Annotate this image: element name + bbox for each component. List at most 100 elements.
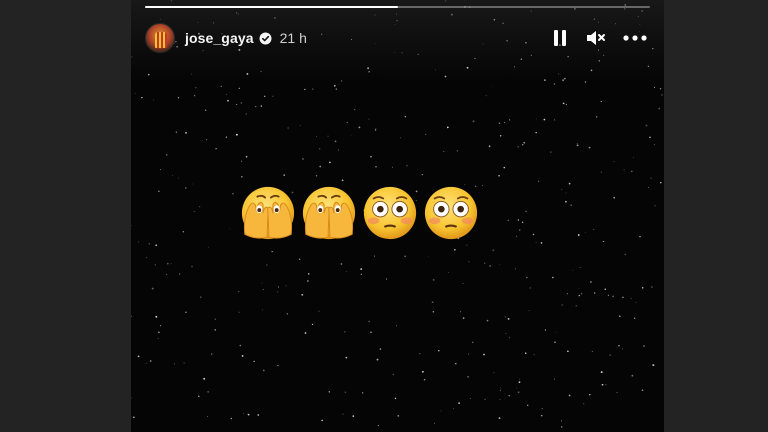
star-dot [318,310,320,312]
star-dot [540,242,543,244]
star-dot [462,317,465,319]
star-dot [568,182,571,185]
star-dot [328,391,331,393]
star-dot [287,127,289,129]
star-dot [609,354,611,356]
star-dot [488,145,491,148]
star-dot [427,256,429,258]
star-dot [238,291,240,293]
username-link[interactable]: jose_gaya [185,30,254,46]
star-dot [257,414,260,416]
star-dot [498,417,501,419]
star-dot [659,88,662,90]
star-dot [375,128,377,130]
star-dot [555,331,557,333]
star-dot [396,325,398,327]
star-dot [521,221,524,224]
star-dot [492,249,495,252]
star-dot [643,345,645,347]
mute-button[interactable] [584,26,608,50]
star-dot [650,177,652,179]
star-dot [645,124,648,127]
more-options-button[interactable] [620,26,650,50]
star-dot [554,341,556,343]
star-dot [238,311,240,313]
star-dot [358,126,361,129]
star-dot [505,332,507,334]
star-dot [462,282,464,284]
star-dot [131,397,132,399]
star-dot [137,355,140,358]
star-dot [651,286,653,288]
post-time: 21 h [279,30,307,46]
pause-button[interactable] [548,26,572,50]
star-dot [579,267,581,268]
star-dot [604,288,607,290]
star-dot [240,102,243,104]
star-dot [175,131,178,133]
star-dot [526,277,528,279]
star-dot [157,338,159,339]
flushed-face-icon [363,186,417,240]
star-dot [165,273,168,276]
star-dot [341,179,344,182]
star-dot [601,383,604,386]
star-dot [448,271,449,273]
star-dot [133,416,135,419]
star-dot [346,271,347,272]
star-dot [215,147,217,150]
star-dot [307,280,309,282]
star-dot [261,309,263,311]
star-dot [538,180,540,182]
star-dot [151,287,154,290]
star-dot [631,374,634,377]
star-dot [311,323,314,326]
story-header: jose_gaya 21 h [145,22,650,54]
star-dot [240,160,242,162]
star-dot [514,268,516,270]
star-dot [470,398,471,399]
star-dot [652,364,655,366]
star-dot [166,154,168,156]
story-viewer[interactable]: jose_gaya 21 h [131,0,664,432]
star-dot [153,99,155,101]
star-dot [578,288,580,289]
star-dot [260,105,263,107]
star-dot [201,139,203,141]
star-dot [158,331,160,334]
star-dot [334,85,336,87]
avatar[interactable] [145,23,175,53]
star-dot [600,101,602,103]
star-dot [616,391,618,393]
star-dot [204,109,207,111]
star-dot [583,403,585,405]
star-dot [243,412,245,414]
star-dot [565,200,567,203]
star-dot [214,318,216,320]
star-dot [141,96,143,99]
star-dot [528,309,530,311]
flushed-face-icon [424,186,478,240]
star-dot [235,103,238,106]
star-dot [283,174,286,176]
star-dot [519,378,521,380]
star-dot [508,395,510,397]
star-dot [509,119,511,121]
star-dot [565,103,567,106]
star-dot [565,192,567,194]
star-dot [316,136,318,137]
star-dot [484,398,486,400]
star-dot [607,294,609,296]
star-dot [138,241,140,243]
star-dot [540,414,543,417]
star-dot [214,329,216,331]
star-dot [245,155,248,158]
star-dot [543,118,546,121]
star-dot [271,251,273,253]
star-dot [340,80,343,82]
star-dot [467,375,469,378]
star-dot [227,99,229,102]
star-dot [453,408,454,410]
star-dot [155,244,158,247]
star-dot [235,133,238,136]
